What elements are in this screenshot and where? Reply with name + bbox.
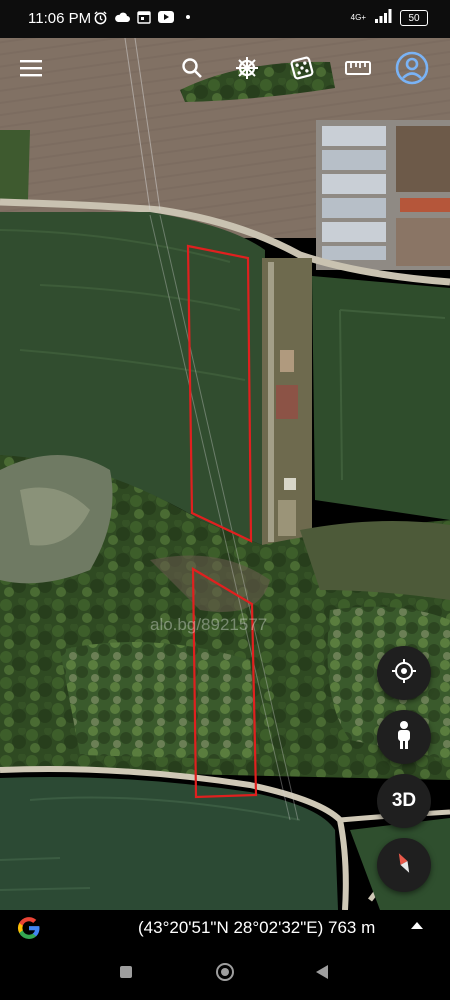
home-button[interactable] — [216, 963, 234, 981]
menu-button[interactable] — [12, 50, 52, 90]
google-g-icon — [16, 915, 42, 941]
crosshair-icon — [391, 658, 417, 689]
expand-arrow-icon[interactable] — [411, 922, 423, 929]
back-button[interactable] — [316, 965, 328, 979]
compass-icon — [391, 850, 417, 881]
map-canvas[interactable] — [0, 38, 450, 910]
satellite-map[interactable] — [0, 38, 450, 910]
search-icon — [181, 57, 203, 84]
voyager-button[interactable] — [227, 50, 267, 90]
recents-button[interactable] — [120, 966, 132, 978]
calendar-icon — [136, 9, 152, 25]
cloud-icon — [114, 9, 130, 25]
coordinates-readout[interactable]: (43°20'51"N 28°02'32"E) 763 m — [138, 918, 375, 938]
battery-indicator: 50 — [400, 10, 428, 26]
voyager-wheel-icon — [234, 55, 260, 86]
search-button[interactable] — [172, 50, 212, 90]
youtube-icon — [158, 9, 174, 25]
dot-icon — [180, 9, 196, 25]
compass-button[interactable] — [377, 838, 431, 892]
system-nav-bar — [0, 946, 450, 1000]
network-label: 4G+ — [350, 13, 366, 22]
pegman-icon — [394, 720, 414, 755]
account-button[interactable] — [392, 50, 432, 90]
menu-icon — [20, 59, 44, 82]
signal-icon — [374, 9, 392, 27]
status-time: 11:06 PM — [28, 10, 92, 27]
3d-toggle-label: 3D — [391, 790, 417, 811]
bottom-info-bar: (43°20'51"N 28°02'32"E) 763 m — [0, 910, 450, 946]
3d-toggle-button[interactable]: 3D — [377, 774, 431, 828]
account-icon — [395, 51, 429, 90]
measure-button[interactable] — [338, 50, 378, 90]
map-watermark: alo.bg/8921577 — [150, 615, 268, 634]
status-bar: 11:06 PM 4G+ 50 — [0, 0, 450, 38]
dice-icon — [289, 55, 315, 86]
top-toolbar — [0, 38, 450, 102]
my-location-button[interactable] — [377, 646, 431, 700]
ruler-icon — [345, 60, 371, 81]
feeling-lucky-button[interactable] — [282, 50, 322, 90]
street-view-button[interactable] — [377, 710, 431, 764]
alarm-icon — [92, 9, 108, 25]
